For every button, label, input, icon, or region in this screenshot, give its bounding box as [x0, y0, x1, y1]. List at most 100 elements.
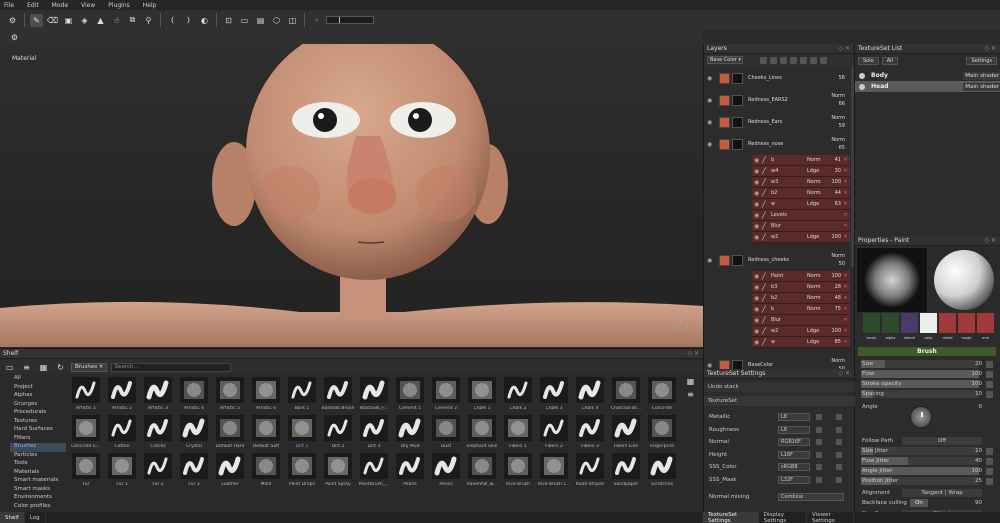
effect-row[interactable]: ◉ ╱ b3 Norm 28 ✕: [752, 282, 850, 293]
eye-icon[interactable]: ◉: [754, 190, 762, 197]
effect-opacity[interactable]: 63: [827, 201, 841, 207]
undo-stack[interactable]: Undo stack: [704, 382, 855, 392]
category-item[interactable]: Grunges: [10, 401, 66, 410]
all-button[interactable]: All: [881, 57, 898, 65]
effect-row[interactable]: ◉ ╱ Levels ✕: [752, 210, 850, 221]
brush-thumbnail[interactable]: Cotton: [104, 415, 140, 453]
category-item[interactable]: Color profiles: [10, 503, 66, 511]
param-value[interactable]: 10: [975, 448, 982, 454]
channel-options-icon[interactable]: [816, 464, 822, 470]
brush-thumbnail[interactable]: Dirt 2: [320, 415, 356, 453]
brush-thumbnail[interactable]: Rice Brush: [500, 453, 536, 491]
brush-thumbnail[interactable]: Road Stripes: [572, 453, 608, 491]
mask-icon[interactable]: ◐: [198, 14, 211, 27]
category-item[interactable]: Filters: [10, 435, 66, 444]
eye-icon[interactable]: ◉: [707, 75, 715, 82]
tab-viewer-settings[interactable]: Viewer Settings: [807, 512, 854, 523]
param-value[interactable]: 100: [972, 381, 983, 387]
brush-thumbnail[interactable]: Mold: [248, 453, 284, 491]
brush-thumbnail[interactable]: Ravenhill_w...: [464, 453, 500, 491]
tab-textureset-settings[interactable]: TextureSet Settings: [703, 512, 759, 523]
eye-icon[interactable]: ◉: [754, 157, 762, 164]
brush-thumbnail[interactable]: Basmati Brush: [320, 377, 356, 415]
brush-thumbnail[interactable]: Scratches: [644, 453, 680, 491]
effect-opacity[interactable]: 100: [827, 273, 841, 279]
color-picker-icon[interactable]: ⚲: [142, 14, 155, 27]
param-value[interactable]: 25: [975, 478, 982, 484]
tab-shelf[interactable]: Shelf: [0, 512, 25, 523]
settings-button[interactable]: Settings: [966, 57, 997, 65]
layer-row[interactable]: ◉ Redness_EARS2 Norm 66: [704, 89, 850, 111]
panel-controls-icon[interactable]: ◇ ✕: [838, 370, 850, 377]
brush-thumbnail[interactable]: Artistic 5: [212, 377, 248, 415]
delete-icon[interactable]: ✕: [841, 157, 850, 163]
brush-thumbnail[interactable]: Pencil: [428, 453, 464, 491]
geometry-decal-icon[interactable]: ◈: [78, 14, 91, 27]
brush-thumbnail[interactable]: Fur 3: [176, 453, 212, 491]
channel-select[interactable]: Base Color ▾: [707, 56, 743, 64]
brush-thumbnail[interactable]: Fur: [68, 453, 104, 491]
remove-channel-icon[interactable]: [836, 476, 842, 483]
angle-dial[interactable]: [910, 406, 932, 428]
layout-icon[interactable]: ◫: [286, 14, 299, 27]
polygon-fill-icon[interactable]: ▲: [94, 14, 107, 27]
layer-row[interactable]: ◉ Redness_cheeks Norm 50: [704, 249, 850, 271]
follow-path-toggle[interactable]: Off: [902, 437, 982, 445]
brush-thumbnail[interactable]: Fibers 1: [500, 415, 536, 453]
eye-icon[interactable]: ◉: [754, 273, 762, 280]
effect-blend-mode[interactable]: Norm: [807, 190, 827, 196]
delete-icon[interactable]: ✕: [841, 306, 850, 312]
delete-icon[interactable]: ✕: [841, 201, 850, 207]
brush-thumbnail[interactable]: Fur 1: [104, 453, 140, 491]
delete-icon[interactable]: [820, 56, 827, 64]
channel-format-select[interactable]: L16F: [778, 450, 810, 459]
eye-icon[interactable]: ◉: [707, 141, 715, 148]
channel-format-select[interactable]: RGB16F: [778, 438, 810, 446]
visibility-icon[interactable]: [859, 83, 865, 90]
filter-chip[interactable]: Brushes ✕: [71, 362, 108, 372]
eye-icon[interactable]: ◉: [707, 257, 715, 264]
material-chip[interactable]: rough: [958, 313, 975, 341]
material-chip[interactable]: alpha: [882, 313, 899, 341]
cube-icon[interactable]: ⬡: [270, 14, 283, 27]
eye-icon[interactable]: ◉: [707, 119, 715, 126]
param-value[interactable]: 20: [975, 361, 982, 367]
category-item[interactable]: Smart materials: [10, 477, 66, 486]
add-layer-icon[interactable]: [790, 56, 797, 64]
brush-thumbnail[interactable]: Paint Drops: [284, 453, 320, 491]
eye-icon[interactable]: ◉: [707, 362, 715, 369]
effect-opacity[interactable]: 100: [827, 179, 841, 185]
angle-value[interactable]: 0: [979, 404, 983, 410]
param-value[interactable]: 100: [972, 371, 983, 377]
duplicate-icon[interactable]: [810, 56, 817, 64]
brush-thumbnail[interactable]: Fibers Line: [608, 415, 644, 453]
tab-log[interactable]: Log: [25, 512, 46, 523]
material-chip[interactable]: brush: [863, 313, 880, 341]
brush-thumbnail[interactable]: Cement 2: [428, 377, 464, 415]
delete-icon[interactable]: ✕: [841, 284, 850, 290]
menu-edit[interactable]: Edit: [27, 2, 39, 9]
eye-icon[interactable]: ◉: [754, 179, 762, 186]
brush-thumbnail[interactable]: Chalk 3: [536, 377, 572, 415]
param-slider[interactable]: Flow 100: [858, 370, 996, 379]
delete-icon[interactable]: ✕: [841, 295, 850, 301]
effect-row[interactable]: ◉ ╱ b Norm 41 ✕: [752, 155, 850, 166]
brush-thumbnail[interactable]: Default Soft: [248, 415, 284, 453]
effect-blend-mode[interactable]: Ldge: [807, 339, 827, 345]
effect-blend-mode[interactable]: Norm: [807, 179, 827, 185]
effect-blend-mode[interactable]: Norm: [807, 157, 827, 163]
brush-thumbnail[interactable]: Crystal: [176, 415, 212, 453]
delete-icon[interactable]: ✕: [841, 234, 850, 240]
brush-thumbnail[interactable]: Rice Brush L...: [536, 453, 572, 491]
brush-thumbnail[interactable]: PaintBrush_...: [356, 453, 392, 491]
menu-file[interactable]: File: [4, 2, 14, 9]
panel-controls-icon[interactable]: ◇ ✕: [984, 237, 996, 244]
category-item[interactable]: Tools: [10, 460, 66, 469]
category-item[interactable]: Alphas: [10, 392, 66, 401]
brush-size-icon[interactable]: ◦: [310, 14, 323, 27]
effect-row[interactable]: ◉ ╱ w Ldge 63 ✕: [752, 199, 850, 210]
category-item[interactable]: Project: [10, 384, 66, 393]
symmetry-icon[interactable]: ⦅: [166, 14, 179, 27]
clone-icon[interactable]: ⧉: [126, 14, 139, 27]
channel-options-icon[interactable]: [816, 426, 822, 433]
